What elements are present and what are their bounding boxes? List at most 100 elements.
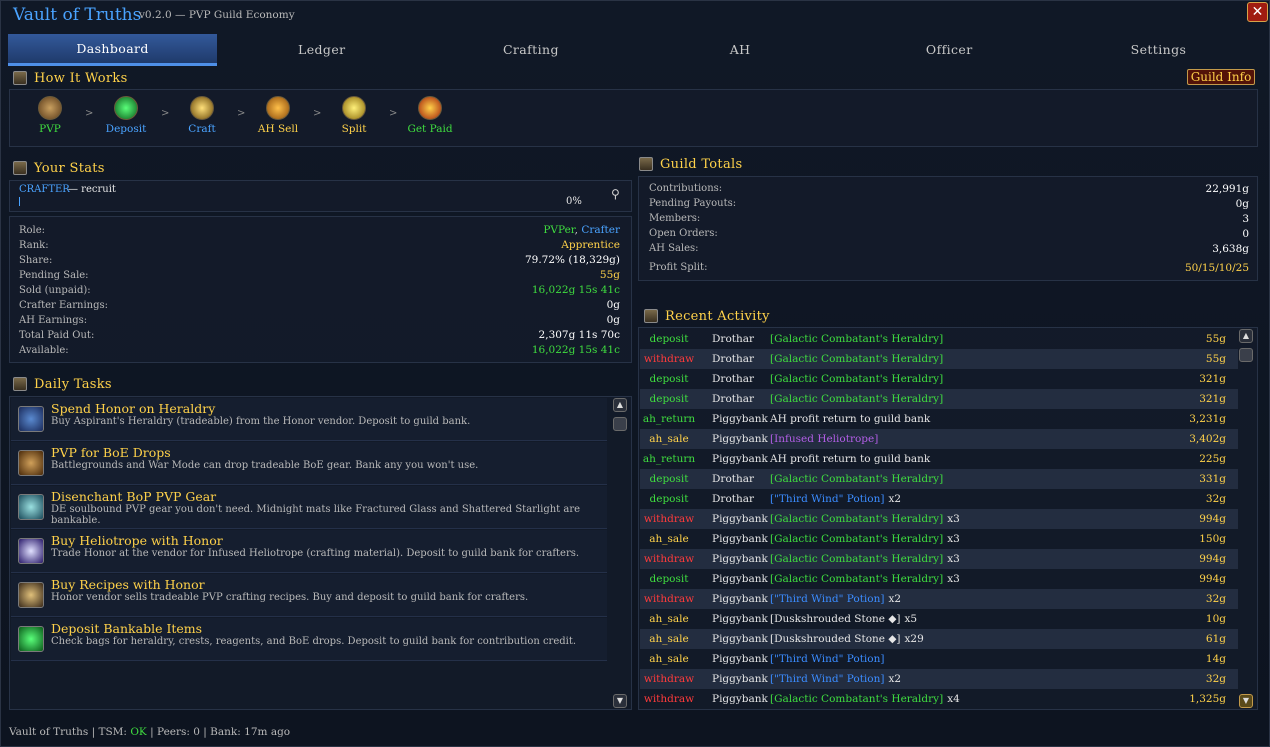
item-link[interactable]: [Galactic Combatant's Heraldry] xyxy=(770,353,943,365)
item-link[interactable]: [Galactic Combatant's Heraldry] xyxy=(770,553,943,565)
scroll-down-button[interactable]: ▼ xyxy=(613,694,627,708)
scroll-up-button[interactable]: ▲ xyxy=(1239,329,1253,343)
activity-item[interactable]: [Galactic Combatant's Heraldry] x3 xyxy=(770,549,960,569)
guild-info-button[interactable]: Guild Info xyxy=(1187,69,1255,85)
role-crafter: Crafter xyxy=(581,224,620,236)
item-quantity: x3 xyxy=(947,533,960,545)
item-link[interactable]: [Duskshrouded Stone ◆] xyxy=(770,613,901,625)
activity-item[interactable]: [Galactic Combatant's Heraldry] x3 xyxy=(770,569,960,589)
activity-row[interactable]: deposit Drothar [Galactic Combatant's Hera… xyxy=(640,389,1238,409)
item-link[interactable]: [Galactic Combatant's Heraldry] xyxy=(770,333,943,345)
activity-item[interactable]: [Duskshrouded Stone ◆] x29 xyxy=(770,629,924,649)
task-item[interactable]: PVP for BoE Drops Battlegrounds and War … xyxy=(11,442,607,485)
activity-row[interactable]: ah_sale Piggybank [Duskshrouded Stone ◆] x2… xyxy=(640,629,1238,649)
activity-row[interactable]: withdraw Piggybank ["Third Wind" Potion] x2… xyxy=(640,589,1238,609)
title-bar[interactable]: Vault of Truths v0.2.0 — PVP Guild Econo… xyxy=(1,1,1270,31)
task-title: Disenchant BoP PVP Gear xyxy=(51,489,217,504)
activity-row[interactable]: deposit Drothar [Galactic Combatant's Hera… xyxy=(640,329,1238,349)
activity-row[interactable]: withdraw Drothar [Galactic Combatant's Her… xyxy=(640,349,1238,369)
item-quantity: x3 xyxy=(947,553,960,565)
activity-row[interactable]: deposit Drothar ["Third Wind" Potion] x2 32g xyxy=(640,489,1238,509)
step-deposit: Deposit xyxy=(96,96,156,135)
activity-item[interactable]: [Galactic Combatant's Heraldry] x3 xyxy=(770,529,960,549)
activity-item[interactable]: AH profit return to guild bank xyxy=(770,409,930,429)
activity-type: withdraw xyxy=(643,693,695,705)
daily-tasks-title: Daily Tasks xyxy=(34,376,112,392)
activity-item[interactable]: [Galactic Combatant's Heraldry] x3 xyxy=(770,509,960,529)
activity-row[interactable]: ah_sale Piggybank ["Third Wind" Potion] 14g xyxy=(640,649,1238,669)
item-link[interactable]: [Duskshrouded Stone ◆] xyxy=(770,633,901,645)
activity-row[interactable]: ah_sale Piggybank [Duskshrouded Stone ◆] x5… xyxy=(640,609,1238,629)
activity-type: ah_sale xyxy=(649,433,689,445)
activity-row[interactable]: deposit Piggybank [Galactic Combatant's He… xyxy=(640,569,1238,589)
stat-row: Crafter Earnings: xyxy=(19,298,108,313)
task-item[interactable]: Spend Honor on Heraldry Buy Aspirant's H… xyxy=(11,398,607,441)
activity-item[interactable]: AH profit return to guild bank xyxy=(770,449,930,469)
item-link[interactable]: [Infused Heliotrope] xyxy=(770,433,878,445)
close-button[interactable]: ✕ xyxy=(1247,2,1268,22)
scroll-down-button[interactable]: ▼ xyxy=(1239,694,1253,708)
item-link[interactable]: ["Third Wind" Potion] xyxy=(770,493,884,505)
activity-player: Piggybank xyxy=(712,513,768,525)
tab-crafting[interactable]: Crafting xyxy=(426,34,635,66)
task-desc: Check bags for heraldry, crests, reagent… xyxy=(51,636,577,647)
search-icon[interactable]: ⚲ xyxy=(611,187,620,201)
item-link[interactable]: AH profit return to guild bank xyxy=(770,413,930,425)
activity-item[interactable]: [Duskshrouded Stone ◆] x5 xyxy=(770,609,917,629)
activity-item[interactable]: [Galactic Combatant's Heraldry] xyxy=(770,469,943,489)
tab-ah[interactable]: AH xyxy=(636,34,845,66)
scroll-thumb[interactable] xyxy=(1239,348,1253,362)
tsm-status: OK xyxy=(130,726,147,738)
activity-row[interactable]: ah_sale Piggybank [Galactic Combatant's He… xyxy=(640,529,1238,549)
item-link[interactable]: AH profit return to guild bank xyxy=(770,453,930,465)
item-link[interactable]: [Galactic Combatant's Heraldry] xyxy=(770,393,943,405)
item-link[interactable]: [Galactic Combatant's Heraldry] xyxy=(770,533,943,545)
item-link[interactable]: [Galactic Combatant's Heraldry] xyxy=(770,513,943,525)
activity-row[interactable]: ah_return Piggybank AH profit return to gu… xyxy=(640,449,1238,469)
activity-item[interactable]: [Galactic Combatant's Heraldry] xyxy=(770,349,943,369)
item-link[interactable]: ["Third Wind" Potion] xyxy=(770,593,884,605)
activity-item[interactable]: [Galactic Combatant's Heraldry] xyxy=(770,389,943,409)
activity-row[interactable]: withdraw Piggybank ["Third Wind" Potion] x2… xyxy=(640,669,1238,689)
tab-officer[interactable]: Officer xyxy=(845,34,1054,66)
activity-row[interactable]: deposit Drothar [Galactic Combatant's Hera… xyxy=(640,369,1238,389)
tab-dashboard[interactable]: Dashboard xyxy=(8,34,218,66)
activity-item[interactable]: [Galactic Combatant's Heraldry] xyxy=(770,369,943,389)
activity-row[interactable]: withdraw Piggybank [Galactic Combatant's H… xyxy=(640,549,1238,569)
activity-row[interactable]: ah_sale Piggybank [Infused Heliotrope] 3,40… xyxy=(640,429,1238,449)
activity-row[interactable]: withdraw Piggybank [Galactic Combatant's H… xyxy=(640,509,1238,529)
task-item[interactable]: Disenchant BoP PVP Gear DE soulbound PVP… xyxy=(11,486,607,529)
task-desc: Buy Aspirant's Heraldry (tradeable) from… xyxy=(51,416,471,427)
activity-item[interactable]: ["Third Wind" Potion] xyxy=(770,649,884,669)
activity-row[interactable]: deposit Drothar [Galactic Combatant's Hera… xyxy=(640,469,1238,489)
item-link[interactable]: [Galactic Combatant's Heraldry] xyxy=(770,693,943,705)
task-title: Buy Recipes with Honor xyxy=(51,577,205,592)
tab-ledger[interactable]: Ledger xyxy=(217,34,426,66)
task-item[interactable]: Deposit Bankable Items Check bags for he… xyxy=(11,618,607,661)
scroll-up-button[interactable]: ▲ xyxy=(613,398,627,412)
item-link[interactable]: [Galactic Combatant's Heraldry] xyxy=(770,373,943,385)
how-it-works-title: How It Works xyxy=(34,70,128,86)
activity-item[interactable]: [Galactic Combatant's Heraldry] xyxy=(770,329,943,349)
item-link[interactable]: [Galactic Combatant's Heraldry] xyxy=(770,473,943,485)
activity-row[interactable]: withdraw Piggybank [Galactic Combatant's H… xyxy=(640,689,1238,709)
guild-totals-panel: Contributions: 22,991g Pending Payouts: … xyxy=(638,176,1258,281)
item-link[interactable]: [Galactic Combatant's Heraldry] xyxy=(770,573,943,585)
item-link[interactable]: ["Third Wind" Potion] xyxy=(770,653,884,665)
activity-row[interactable]: ah_return Piggybank AH profit return to gu… xyxy=(640,409,1238,429)
activity-item[interactable]: [Galactic Combatant's Heraldry] x4 xyxy=(770,689,960,709)
activity-item[interactable]: ["Third Wind" Potion] x2 xyxy=(770,589,901,609)
activity-type: ah_sale xyxy=(649,533,689,545)
task-item[interactable]: Buy Recipes with Honor Honor vendor sell… xyxy=(11,574,607,617)
activity-player: Piggybank xyxy=(712,593,768,605)
activity-amount: 1,325g xyxy=(1189,693,1226,705)
activity-item[interactable]: [Infused Heliotrope] xyxy=(770,429,878,449)
tab-settings[interactable]: Settings xyxy=(1054,34,1263,66)
activity-type: deposit xyxy=(649,333,689,345)
activity-item[interactable]: ["Third Wind" Potion] x2 xyxy=(770,489,901,509)
task-item[interactable]: Buy Heliotrope with Honor Trade Honor at… xyxy=(11,530,607,573)
scroll-thumb[interactable] xyxy=(613,417,627,431)
recent-activity-panel: deposit Drothar [Galactic Combatant's Hera… xyxy=(638,327,1258,710)
item-link[interactable]: ["Third Wind" Potion] xyxy=(770,673,884,685)
activity-item[interactable]: ["Third Wind" Potion] x2 xyxy=(770,669,901,689)
